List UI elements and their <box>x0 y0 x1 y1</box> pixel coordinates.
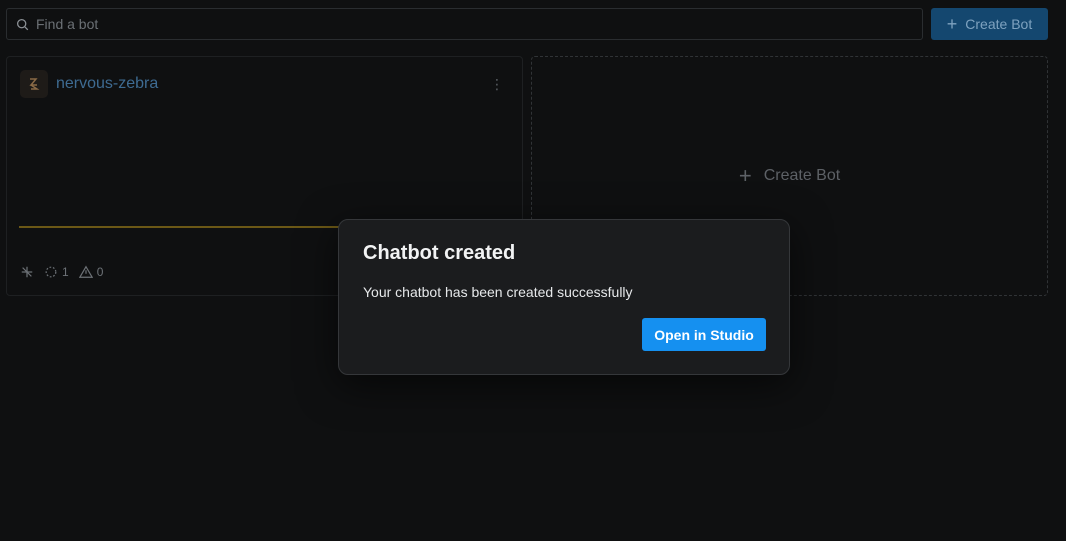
create-bot-button-label: Create Bot <box>965 16 1033 32</box>
warnings-count: 0 <box>96 265 104 279</box>
bot-card-footer: 1 0 <box>20 265 103 279</box>
sessions-icon <box>45 266 57 278</box>
dialog-message: Your chatbot has been created successful… <box>363 284 633 300</box>
sessions-count: 1 <box>62 265 69 279</box>
bot-logo-icon <box>20 70 48 98</box>
bots-page: + Create Bot nervous-zebra ⋮ 1 <box>0 0 1066 541</box>
bot-name-link[interactable]: nervous-zebra <box>56 75 158 93</box>
plus-icon: + <box>946 14 958 34</box>
integration-icon <box>21 266 33 278</box>
chatbot-created-dialog: Chatbot created Your chatbot has been cr… <box>338 219 790 375</box>
warning-icon <box>78 265 93 278</box>
open-in-studio-button[interactable]: Open in Studio <box>642 318 766 351</box>
search-bar[interactable] <box>6 8 923 40</box>
plus-icon: + <box>738 163 752 188</box>
create-bot-button[interactable]: + Create Bot <box>931 8 1048 40</box>
search-input[interactable] <box>36 16 896 32</box>
sessions-stat: 1 <box>44 265 69 279</box>
more-options-icon[interactable]: ⋮ <box>490 77 504 91</box>
bot-card-header: nervous-zebra <box>20 70 158 98</box>
dialog-title: Chatbot created <box>363 242 516 264</box>
warnings-stat: 0 <box>78 265 104 279</box>
create-bot-card-label: Create Bot <box>763 167 841 184</box>
search-icon <box>16 18 29 30</box>
